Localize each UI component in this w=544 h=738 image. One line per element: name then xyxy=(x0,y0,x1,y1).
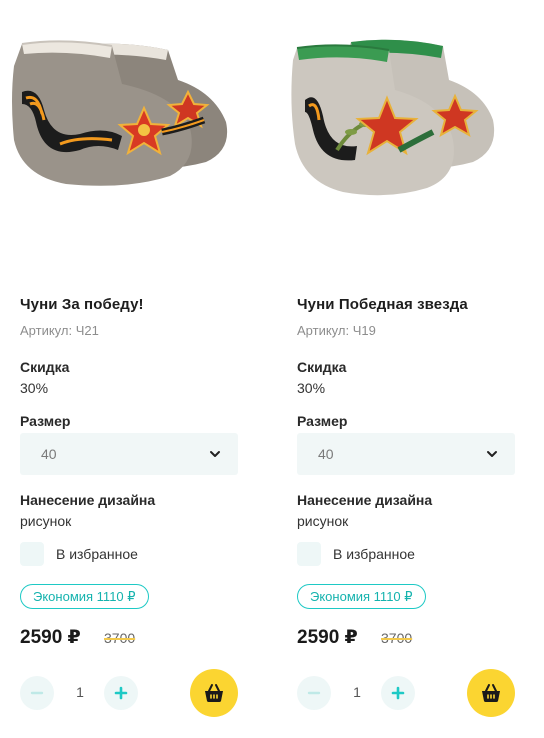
chevron-down-icon xyxy=(487,451,497,457)
design-label: Нанесение дизайна xyxy=(20,492,156,508)
design-label: Нанесение дизайна xyxy=(297,492,433,508)
quantity-decrease-button[interactable] xyxy=(20,676,54,710)
product-image[interactable] xyxy=(277,0,535,270)
discount-label: Скидка xyxy=(297,359,347,375)
product-card: Чуни Победная звезда Артикул: Ч19 Скидка… xyxy=(277,0,517,738)
size-label: Размер xyxy=(297,413,348,429)
favorite-label: В избранное xyxy=(333,546,415,562)
discount-label: Скидка xyxy=(20,359,70,375)
favorite-checkbox[interactable] xyxy=(20,542,44,566)
size-selected-value: 40 xyxy=(41,446,57,462)
quantity-value[interactable]: 1 xyxy=(349,684,365,700)
size-select[interactable]: 40 xyxy=(20,433,238,475)
quantity-increase-button[interactable] xyxy=(104,676,138,710)
discount-value: 30% xyxy=(20,380,49,396)
felt-boots-image xyxy=(291,39,495,196)
quantity-increase-button[interactable] xyxy=(381,676,415,710)
discount-value: 30% xyxy=(297,380,326,396)
quantity-value[interactable]: 1 xyxy=(72,684,88,700)
design-value: рисунок xyxy=(20,513,72,529)
chevron-down-icon xyxy=(210,451,220,457)
sku-value: Ч19 xyxy=(352,323,376,338)
savings-badge: Экономия 1110 ₽ xyxy=(297,584,426,609)
current-price: 2590 ₽ xyxy=(297,627,358,648)
old-price: 3700 xyxy=(104,630,136,646)
plus-icon xyxy=(391,686,405,700)
favorite-label: В избранное xyxy=(56,546,138,562)
sku-value: Ч21 xyxy=(75,323,99,338)
product-sku: Артикул: Ч19 xyxy=(297,323,376,338)
old-price: 3700 xyxy=(381,630,413,646)
sku-label: Артикул: xyxy=(20,323,73,338)
basket-icon xyxy=(205,684,223,702)
sku-label: Артикул: xyxy=(297,323,350,338)
add-to-cart-button[interactable] xyxy=(190,669,238,717)
product-title[interactable]: Чуни Победная звезда xyxy=(297,296,468,313)
plus-icon xyxy=(114,686,128,700)
size-label: Размер xyxy=(20,413,71,429)
size-select[interactable]: 40 xyxy=(297,433,515,475)
product-card: Чуни За победу! Артикул: Ч21 Скидка 30% … xyxy=(0,0,240,738)
basket-icon xyxy=(482,684,500,702)
product-image[interactable] xyxy=(0,0,258,270)
favorite-checkbox[interactable] xyxy=(297,542,321,566)
savings-badge: Экономия 1110 ₽ xyxy=(20,584,149,609)
size-selected-value: 40 xyxy=(318,446,334,462)
current-price: 2590 ₽ xyxy=(20,627,81,648)
quantity-decrease-button[interactable] xyxy=(297,676,331,710)
felt-boots-image xyxy=(12,40,228,186)
product-title[interactable]: Чуни За победу! xyxy=(20,296,144,313)
minus-icon xyxy=(30,691,44,695)
add-to-cart-button[interactable] xyxy=(467,669,515,717)
minus-icon xyxy=(307,691,321,695)
design-value: рисунок xyxy=(297,513,349,529)
product-sku: Артикул: Ч21 xyxy=(20,323,99,338)
